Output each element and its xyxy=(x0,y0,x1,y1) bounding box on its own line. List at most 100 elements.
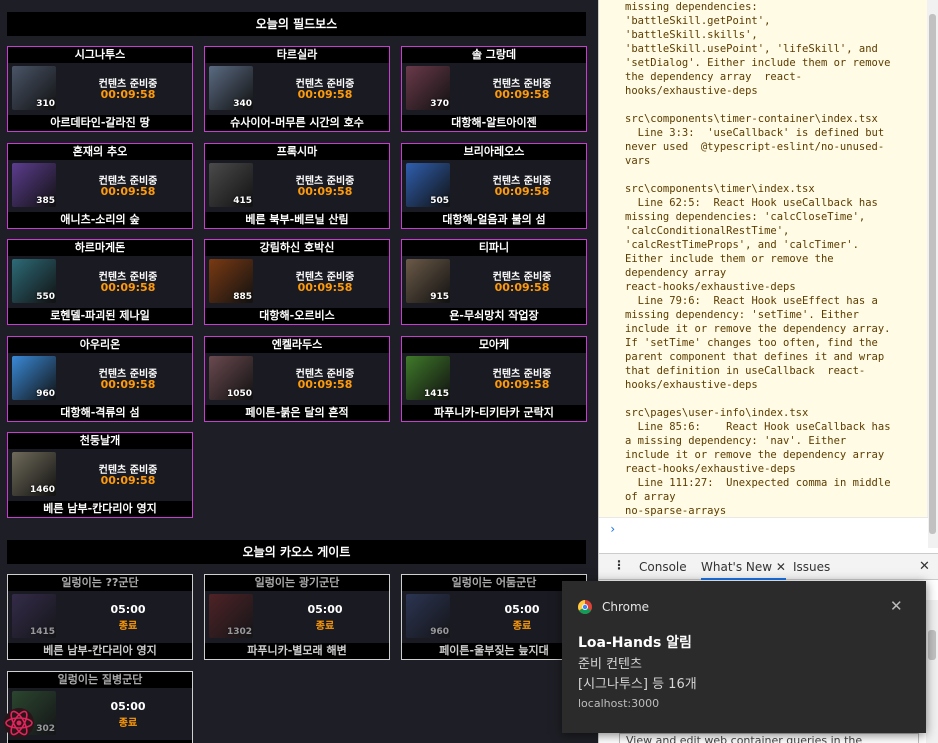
boss-name: 혼재의 추오 xyxy=(8,143,192,160)
gate-status: 종료 xyxy=(512,621,532,632)
field-boss-card[interactable]: 하르마게돈 550 컨텐츠 준비중 00:09:58 로헨델-파괴된 제나일 xyxy=(7,239,193,325)
boss-location: 페이튼-붉은 달의 흔적 xyxy=(205,404,389,421)
gate-thumbnail: 1302 xyxy=(209,594,253,638)
boss-name: 프록시마 xyxy=(205,143,389,160)
boss-location: 슈사이어-머무른 시간의 호수 xyxy=(205,115,389,131)
boss-timer: 00:09:58 xyxy=(494,184,550,198)
gate-timer: 05:00 xyxy=(504,603,540,616)
boss-location: 대항해-오르비스 xyxy=(205,308,389,324)
boss-name: 타르실라 xyxy=(205,47,389,63)
tab-console[interactable]: Console xyxy=(639,560,687,574)
gate-location: 페이튼-울부짖는 늪지대 xyxy=(402,643,586,659)
boss-thumbnail: 370 xyxy=(406,66,450,110)
boss-timer: 00:09:58 xyxy=(297,184,353,198)
boss-name: 티파니 xyxy=(402,240,586,256)
boss-timer: 00:09:58 xyxy=(100,88,156,101)
boss-location: 베른 북부-베르닐 산림 xyxy=(205,211,389,228)
field-boss-card[interactable]: 솔 그랑데 370 컨텐츠 준비중 00:09:58 대항해-알트아이젠 xyxy=(401,46,587,132)
boss-level: 505 xyxy=(430,195,449,206)
field-boss-title: 오늘의 필드보스 xyxy=(7,12,586,36)
boss-timer: 00:09:58 xyxy=(494,281,550,294)
boss-location: 애니츠-소리의 숲 xyxy=(8,211,192,228)
chaos-gate-card[interactable]: 일렁이는 어둠군단 960 05:00 종료페이튼-울부짖는 늪지대 xyxy=(401,574,587,660)
boss-thumbnail: 885 xyxy=(209,259,253,303)
boss-name: 강림하신 호박신 xyxy=(205,240,389,256)
gate-level: 302 xyxy=(36,724,55,734)
notification-close-icon[interactable]: ✕ xyxy=(890,597,903,615)
field-boss-card[interactable]: 아우리온 960 컨텐츠 준비중 00:09:58 대항해-격류의 섬 xyxy=(7,335,193,422)
field-boss-card[interactable]: 모아케 1415 컨텐츠 준비중 00:09:58 파푸니카-티키타카 군락지 xyxy=(401,335,587,422)
field-boss-card[interactable]: 티파니 915 컨텐츠 준비중 00:09:58 욘-무쇠망치 작업장 xyxy=(401,239,587,325)
boss-level: 885 xyxy=(233,292,252,302)
chaos-gate-card[interactable]: 일렁이는 ??군단 1415 05:00 종료 베른 남부-칸다리아 영지 xyxy=(7,574,193,660)
boss-timer: 00:09:58 xyxy=(100,281,156,294)
boss-level: 960 xyxy=(36,388,55,399)
boss-thumbnail: 1415 xyxy=(406,355,450,400)
field-boss-card[interactable]: 타르실라 340 컨텐츠 준비중 00:09:58 슈사이어-머무른 시간의 호수 xyxy=(204,46,390,132)
boss-timer: 00:09:58 xyxy=(297,281,353,294)
console-prompt[interactable]: › xyxy=(599,517,928,551)
boss-location: 아르데타인-갈라진 땅 xyxy=(8,115,192,131)
drawer-tab-bar: ⋮ Console What's New ✕ Issues ✕ xyxy=(599,553,938,580)
boss-thumbnail: 505 xyxy=(406,162,450,207)
boss-timer: 00:09:58 xyxy=(494,377,550,391)
gate-thumbnail: 960 xyxy=(406,594,450,638)
drawer-close-icon[interactable]: ✕ xyxy=(919,559,930,574)
field-boss-card[interactable]: 강림하신 호박신 885 컨텐츠 준비중 00:09:58 대항해-오르비스 xyxy=(204,239,390,325)
gate-level: 1415 xyxy=(29,627,55,637)
react-devtools-icon[interactable] xyxy=(2,706,36,740)
console-scroll-thumb[interactable] xyxy=(929,14,936,534)
chaos-gate-card[interactable]: 일렁이는 광기군단 1302 05:00 종료 파푸니카-별모래 해변 xyxy=(204,574,390,660)
notification-title: Loa-Hands 알림 xyxy=(578,635,692,651)
gate-name: 일렁이는 광기군단 xyxy=(205,575,389,591)
boss-level: 310 xyxy=(36,99,55,109)
boss-name: 시그나투스 xyxy=(8,47,192,63)
tab-issues[interactable]: Issues xyxy=(793,560,830,574)
field-boss-card[interactable]: 천둥날개 1460 컨텐츠 준비중 00:09:58 베른 남부-칸다리아 영지 xyxy=(7,432,193,518)
boss-level: 1050 xyxy=(226,388,252,399)
prompt-chevron-icon: › xyxy=(609,522,617,536)
boss-thumbnail: 1460 xyxy=(12,452,56,496)
boss-location: 대항해-알트아이젠 xyxy=(402,115,586,131)
boss-location: 욘-무쇠망치 작업장 xyxy=(402,308,586,324)
field-boss-card[interactable]: 엔켈라두스 1050 컨텐츠 준비중 00:09:58 페이튼-붉은 달의 흔적 xyxy=(204,335,390,422)
chaos-gate-title: 오늘의 카오스 게이트 xyxy=(7,540,586,564)
drawer-menu-icon[interactable]: ⋮ xyxy=(613,558,625,572)
boss-location: 파푸니카-티키타카 군락지 xyxy=(402,404,586,421)
console-scrollbar[interactable] xyxy=(927,0,938,548)
drawer-scroll-thumb[interactable] xyxy=(928,630,936,660)
boss-thumbnail: 340 xyxy=(209,66,253,110)
boss-timer: 00:09:58 xyxy=(100,184,156,198)
gate-status: 종료 xyxy=(118,718,138,729)
drawer-scrollbar[interactable] xyxy=(926,600,938,743)
field-boss-card[interactable]: 브리아레오스 505 컨텐츠 준비중 00:09:58 대항해-얼음과 불의 섬 xyxy=(401,142,587,229)
field-boss-card[interactable]: 시그나투스 310 컨텐츠 준비중 00:09:58 아르데타인-갈라진 땅 xyxy=(7,46,193,132)
tab-whats-new[interactable]: What's New ✕ xyxy=(701,560,786,580)
gate-location: 베른 남부-칸다리아 영지 xyxy=(8,643,192,659)
gate-name: 일렁이는 어둠군단 xyxy=(402,575,586,591)
boss-name: 하르마게돈 xyxy=(8,240,192,256)
gate-name: 일렁이는 질병군단 xyxy=(8,672,192,688)
boss-level: 1415 xyxy=(423,388,449,399)
boss-thumbnail: 385 xyxy=(12,162,56,207)
whats-new-text: View and edit web container queries in t… xyxy=(619,733,919,743)
boss-thumbnail: 915 xyxy=(406,259,450,303)
notification-source: localhost:3000 xyxy=(578,697,660,710)
boss-name: 아우리온 xyxy=(8,336,192,353)
field-boss-card[interactable]: 혼재의 추오 385 컨텐츠 준비중 00:09:58 애니츠-소리의 숲 xyxy=(7,142,193,229)
boss-location: 베른 남부-칸다리아 영지 xyxy=(8,501,192,517)
field-boss-card[interactable]: 프록시마 415 컨텐츠 준비중 00:09:58 베른 북부-베르닐 산림 xyxy=(204,142,390,229)
boss-location: 대항해-얼음과 불의 섬 xyxy=(402,211,586,228)
chrome-notification[interactable]: Chrome ✕ Loa-Hands 알림 준비 컨텐츠 [시그나투스] 등 1… xyxy=(562,581,926,733)
notification-line2: [시그나투스] 등 16개 xyxy=(578,677,697,692)
boss-location: 대항해-격류의 섬 xyxy=(8,404,192,421)
chrome-icon xyxy=(578,600,592,614)
boss-name: 브리아레오스 xyxy=(402,143,586,160)
gate-timer: 05:00 xyxy=(110,603,146,616)
gate-timer: 05:00 xyxy=(110,700,146,713)
tab-close-icon[interactable]: ✕ xyxy=(776,560,786,574)
boss-timer: 00:09:58 xyxy=(297,88,353,101)
tab-whats-new-label: What's New xyxy=(701,560,773,574)
gate-name: 일렁이는 ??군단 xyxy=(8,575,192,591)
boss-name: 솔 그랑데 xyxy=(402,47,586,63)
